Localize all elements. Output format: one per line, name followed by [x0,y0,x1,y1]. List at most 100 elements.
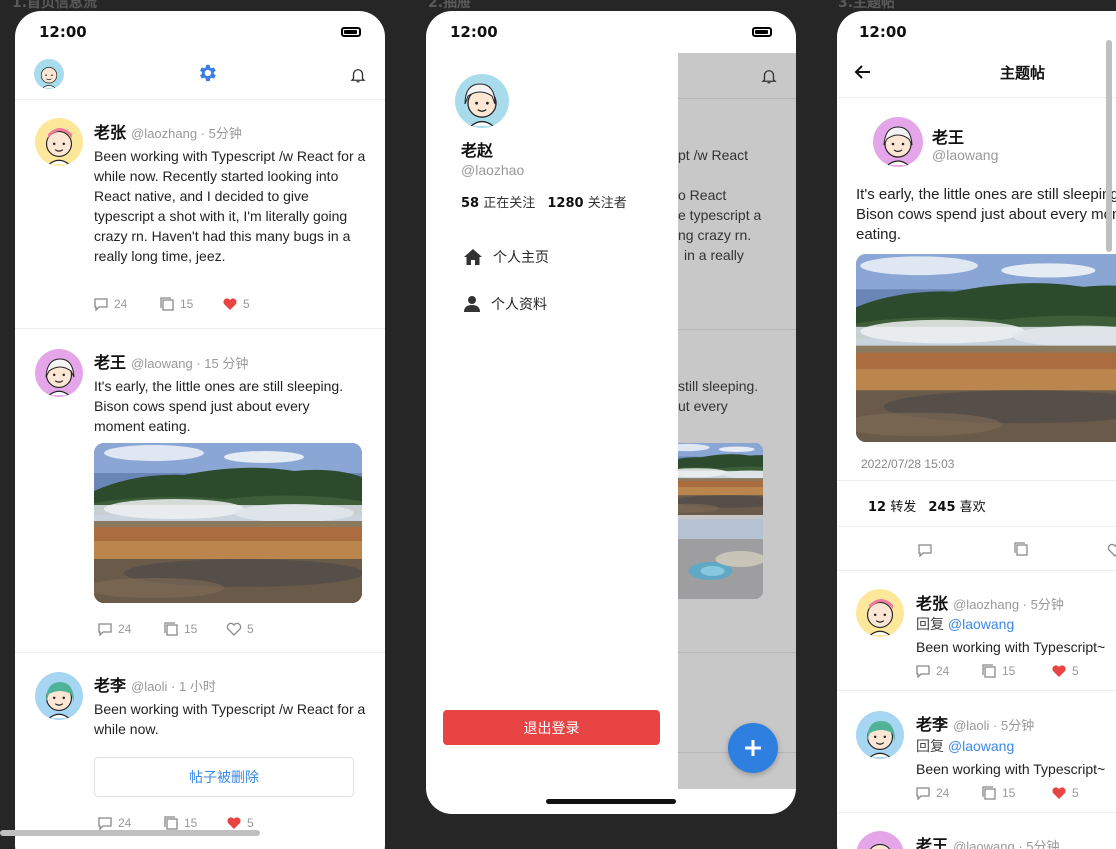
repost-button[interactable]: 15 [981,663,1051,679]
vertical-scrollbar[interactable] [1106,40,1112,252]
followers-label[interactable]: 关注者 [588,196,627,211]
bg-text: in a really [684,247,744,263]
reply-header: 老张 @laozhang · 5分钟 [916,590,1064,614]
comment-button[interactable]: 24 [97,815,163,831]
bell-icon [760,67,778,85]
like-button[interactable]: 5 [1051,785,1079,801]
header-divider [15,99,385,100]
repost-total-label[interactable]: 转发 [890,500,916,515]
comment-button[interactable] [917,542,933,561]
like-total-label[interactable]: 喜欢 [960,500,986,515]
compose-fab[interactable] [728,723,778,773]
overlay-divider [678,98,796,99]
post-author-name[interactable]: 老王 [94,353,126,372]
settings-icon[interactable] [196,62,218,84]
thread-image[interactable] [856,254,1116,442]
repost-button[interactable]: 15 [163,621,226,637]
comment-icon [916,787,930,800]
bg-text: ng crazy rn. [678,227,752,243]
reply-avatar-laozhang[interactable] [856,589,904,637]
phone-feed: 12:00 老张 @laozhang · 5分钟 Been working wi… [15,11,385,849]
reply-body: Been working with Typescript~ [916,761,1106,777]
reply-to-link[interactable]: @laowang [948,616,1014,632]
reply-prefix: 回复 [916,616,944,632]
thread-body: It's early, the little ones are still sl… [856,186,1116,243]
thread-author-name[interactable]: 老王 [932,124,964,148]
reply-author-handle: @laowang · 5分钟 [953,839,1060,849]
drawer-avatar[interactable] [455,74,509,128]
repost-icon [164,816,178,830]
following-label[interactable]: 正在关注 [483,196,535,211]
reply-avatar-laoli[interactable] [856,711,904,759]
logout-button[interactable]: 退出登录 [443,710,660,745]
actions-divider [837,570,1116,571]
drawer-menu-home[interactable]: 个人主页 [463,247,549,267]
heart-filled-icon [223,298,237,310]
like-button[interactable] [1107,542,1116,561]
battery-icon [341,27,361,37]
comment-count: 24 [118,622,132,636]
like-button[interactable]: 5 [1051,663,1079,679]
post-author-handle: @laowang · 15 分钟 [131,356,249,371]
status-bar: 12:00 [837,11,1116,53]
comment-button[interactable]: 24 [915,663,981,679]
post-author-name[interactable]: 老李 [94,676,126,695]
comment-button[interactable]: 24 [97,621,163,637]
repost-icon [982,664,996,678]
user-icon [464,296,480,312]
like-button[interactable]: 5 [226,621,254,637]
repost-count: 15 [184,816,198,830]
reply-author-name[interactable]: 老王 [916,836,948,849]
bell-icon[interactable] [349,66,367,84]
reply-author-name[interactable]: 老张 [916,594,948,613]
phone-drawer: 12:00 pt /w React o React e typescript a… [426,11,796,814]
reply-avatar-laowang[interactable] [856,831,904,849]
avatar-laoli[interactable] [35,672,83,720]
post-body: Been working with Typescript /w React fo… [94,701,366,737]
like-total[interactable]: 245 [928,500,955,515]
thread-author-handle: @laowang [932,147,999,163]
avatar-laozhang[interactable] [35,118,83,166]
repost-icon [982,786,996,800]
following-count[interactable]: 58 [461,196,479,211]
post-author-name[interactable]: 老张 [94,123,126,142]
comment-icon [98,623,112,636]
comment-button[interactable]: 24 [93,296,159,312]
reply-prefix: 回复 [916,738,944,754]
my-avatar[interactable] [34,59,64,89]
repost-button[interactable] [1013,541,1029,561]
repost-button[interactable]: 15 [159,296,222,312]
status-time: 12:00 [450,23,498,41]
status-bar: 12:00 [15,11,385,53]
repost-button[interactable]: 15 [163,815,226,831]
post-image[interactable] [94,443,362,603]
avatar-laowang[interactable] [35,349,83,397]
heart-filled-icon [227,817,241,829]
post-actions: 24 15 5 [93,296,250,312]
thread-author-avatar[interactable] [873,117,923,167]
drawer-menu-profile[interactable]: 个人资料 [463,294,547,314]
repost-total[interactable]: 12 [868,500,886,515]
reply-to-link[interactable]: @laowang [948,738,1014,754]
dimmed-feed-overlay[interactable]: pt /w React o React e typescript a ng cr… [678,53,796,789]
comment-count: 24 [118,816,132,830]
followers-count[interactable]: 1280 [547,196,583,211]
repost-icon [164,622,178,636]
follow-stats: 58 正在关注 1280 关注者 [461,192,627,211]
drawer-handle: @laozhao [461,162,525,178]
reply-divider [837,690,1116,691]
like-button[interactable]: 5 [222,296,250,312]
post-actions: 24 15 5 [97,815,254,831]
like-count: 5 [243,297,250,311]
deleted-post-notice[interactable]: 帖子被删除 [94,757,354,797]
like-count: 5 [1072,664,1079,678]
thread-timestamp: 2022/07/28 15:03 [861,457,955,471]
like-button[interactable]: 5 [226,815,254,831]
repost-button[interactable]: 15 [981,785,1051,801]
reply-author-name[interactable]: 老李 [916,715,948,734]
horizontal-scrollbar[interactable] [0,830,260,836]
comment-button[interactable]: 24 [915,785,981,801]
post-header: 老王 @laowang · 15 分钟 [94,349,248,373]
back-arrow-icon[interactable] [854,63,872,81]
reply-actions: 24 15 5 [915,663,1079,679]
